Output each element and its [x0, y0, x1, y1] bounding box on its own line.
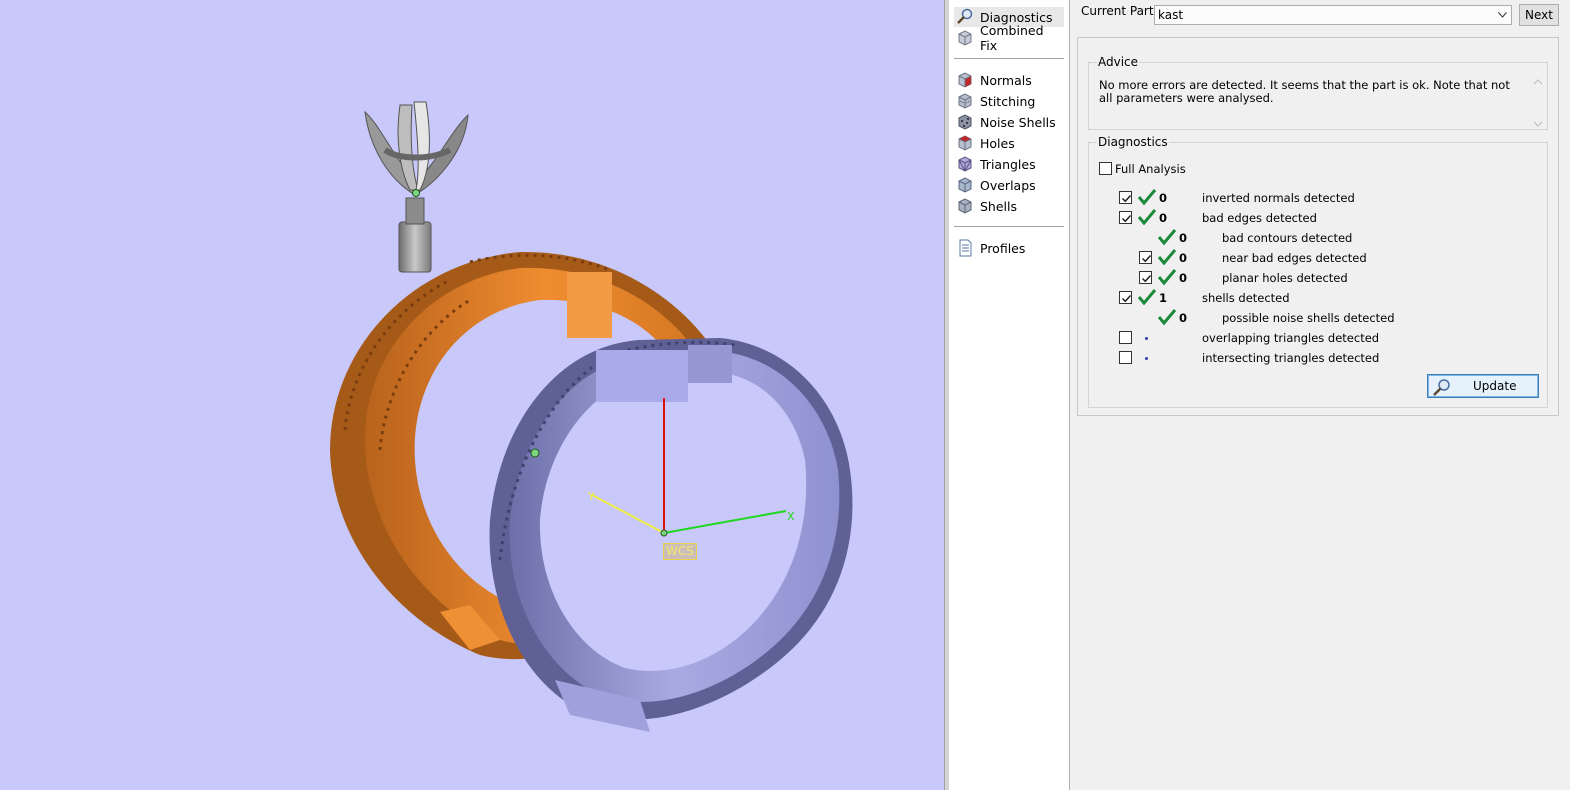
planar-holes-count: 0	[1179, 271, 1188, 285]
diagnostics-panel: Current Part: kast Next Advice No more e…	[1071, 0, 1570, 790]
bad-edges-label: bad edges detected	[1202, 211, 1317, 225]
bad-edges-count: 0	[1159, 211, 1168, 225]
shells-checkbox[interactable]	[1119, 291, 1132, 304]
triangles-cube-icon	[958, 156, 972, 172]
full-analysis-checkbox[interactable]	[1099, 162, 1112, 175]
advice-text: No more errors are detected. It seems th…	[1099, 78, 1510, 105]
current-part-value: kast	[1158, 8, 1184, 22]
lavender-ring	[489, 338, 853, 732]
nav-item-label: Combined Fix	[980, 23, 1044, 53]
overlapping-triangles-checkbox[interactable]	[1119, 331, 1132, 344]
bad-contours-count: 0	[1179, 231, 1188, 245]
ok-check-icon	[1157, 269, 1177, 286]
advice-scrollbar[interactable]	[1532, 77, 1544, 129]
nav-item-overlaps[interactable]: Overlaps	[954, 175, 1064, 195]
pending-dot-icon	[1145, 337, 1148, 340]
y-axis-label: Y	[587, 490, 595, 503]
document-icon	[959, 239, 972, 257]
noise-shells-cube-icon	[958, 114, 972, 130]
nav-item-triangles[interactable]: Triangles	[954, 154, 1064, 174]
ok-check-icon	[1137, 209, 1157, 226]
chevron-down-icon	[1498, 12, 1507, 18]
update-button-label: Update	[1473, 379, 1517, 393]
nav-item-label: Triangles	[980, 156, 1036, 172]
nav-item-label: Noise Shells	[980, 114, 1056, 130]
ok-check-icon	[1137, 289, 1157, 306]
magnifier-icon	[957, 8, 973, 24]
current-part-label: Current Part:	[1081, 4, 1158, 18]
noise-shells-count: 0	[1179, 311, 1188, 325]
near-bad-edges-checkbox[interactable]	[1139, 251, 1152, 264]
nav-item-label: Shells	[980, 198, 1018, 214]
shells-count: 1	[1159, 291, 1168, 305]
x-axis-label: X	[787, 510, 795, 523]
nav-item-label: Profiles	[980, 240, 1026, 256]
nav-item-stitching[interactable]: Stitching	[954, 91, 1064, 111]
diagnostics-title: Diagnostics	[1097, 135, 1169, 149]
cube-icon	[958, 30, 972, 46]
wcs-label: WCS	[663, 543, 697, 560]
gripper-tool	[364, 101, 469, 273]
ok-check-icon	[1157, 229, 1177, 246]
planar-holes-checkbox[interactable]	[1139, 271, 1152, 284]
normals-cube-icon	[958, 72, 972, 88]
nav-item-normals[interactable]: Normals	[954, 70, 1064, 90]
near-bad-edges-count: 0	[1179, 251, 1188, 265]
near-bad-edges-label: near bad edges detected	[1222, 251, 1367, 265]
intersecting-triangles-label: intersecting triangles detected	[1202, 351, 1380, 365]
current-part-select[interactable]: kast	[1154, 5, 1512, 25]
intersecting-triangles-checkbox[interactable]	[1119, 351, 1132, 364]
scene-render: Y X	[330, 101, 853, 732]
ok-check-icon	[1157, 309, 1177, 326]
fix-navigation-panel: Diagnostics Combined Fix Normals Stitchi…	[950, 0, 1070, 790]
shells-cube-icon	[958, 198, 972, 214]
inverted-normals-label: inverted normals detected	[1202, 191, 1355, 205]
nav-separator	[954, 226, 1064, 227]
nav-item-label: Stitching	[980, 93, 1036, 109]
diagnostics-group: Diagnostics Full Analysis 0 inverted nor…	[1088, 135, 1548, 408]
stitching-cube-icon	[958, 93, 972, 109]
ok-check-icon	[1137, 189, 1157, 206]
nav-item-noise-shells[interactable]: Noise Shells	[954, 112, 1064, 132]
magnifier-icon	[1433, 379, 1450, 396]
shells-label: shells detected	[1202, 291, 1290, 305]
update-button[interactable]: Update	[1427, 374, 1539, 398]
holes-cube-icon	[958, 135, 972, 151]
nav-item-profiles[interactable]: Profiles	[954, 238, 1064, 258]
overlaps-cube-icon	[958, 177, 972, 193]
3d-viewport[interactable]: Y X WCS	[0, 0, 944, 790]
bad-contours-label: bad contours detected	[1222, 231, 1353, 245]
inverted-normals-checkbox[interactable]	[1119, 191, 1132, 204]
pending-dot-icon	[1145, 357, 1148, 360]
diagnostics-container: Advice No more errors are detected. It s…	[1077, 37, 1559, 416]
nav-item-label: Normals	[980, 72, 1032, 88]
ok-check-icon	[1157, 249, 1177, 266]
next-part-button[interactable]: Next	[1519, 4, 1559, 26]
planar-holes-label: planar holes detected	[1222, 271, 1348, 285]
nav-item-shells[interactable]: Shells	[954, 196, 1064, 216]
nav-item-label: Holes	[980, 135, 1015, 151]
noise-shells-label: possible noise shells detected	[1222, 311, 1395, 325]
inverted-normals-count: 0	[1159, 191, 1168, 205]
overlapping-triangles-label: overlapping triangles detected	[1202, 331, 1380, 345]
nav-item-holes[interactable]: Holes	[954, 133, 1064, 153]
nav-separator	[954, 58, 1064, 59]
nav-item-combined-fix[interactable]: Combined Fix	[954, 23, 1064, 53]
advice-group: Advice No more errors are detected. It s…	[1088, 55, 1548, 130]
bad-edges-checkbox[interactable]	[1119, 211, 1132, 224]
advice-title: Advice	[1097, 55, 1140, 69]
nav-item-label: Overlaps	[980, 177, 1036, 193]
full-analysis-label: Full Analysis	[1115, 162, 1186, 176]
